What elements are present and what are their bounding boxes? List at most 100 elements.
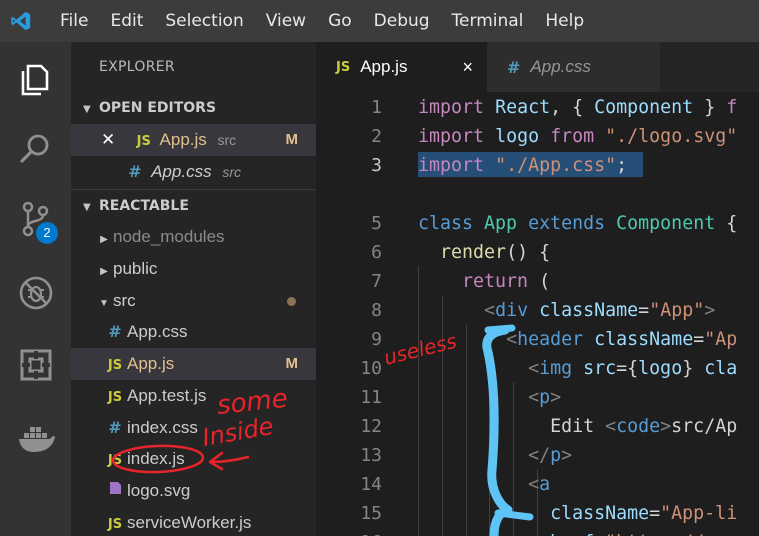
- open-editor-desc: src: [217, 132, 237, 148]
- tree-item-label: App.js: [127, 354, 175, 374]
- code-line: <header className="Ap: [506, 329, 738, 350]
- modified-dot-icon: [287, 296, 296, 306]
- code-editor[interactable]: 1 2 3 5 6 7 8 9 10 11 12 13 14 15 16 imp…: [316, 92, 759, 536]
- explorer-sidebar: EXPLORER ▼ OPEN EDITORS ✕ JS App.js src M…: [71, 42, 316, 536]
- code-line: render() {: [440, 242, 551, 263]
- menu-go[interactable]: Go: [317, 0, 363, 42]
- tree-item-index-css[interactable]: # index.css: [71, 412, 316, 444]
- open-editors-header[interactable]: ▼ OPEN EDITORS: [71, 92, 316, 124]
- js-file-icon: JS: [336, 59, 351, 75]
- tree-item-node-modules[interactable]: ▶ node_modules: [71, 221, 316, 253]
- open-editor-item-app-js[interactable]: ✕ JS App.js src M: [71, 124, 316, 156]
- code-line: Edit <code>src/Ap: [418, 416, 738, 437]
- css-file-icon: #: [108, 417, 122, 437]
- tree-item-index-js[interactable]: JS index.js: [71, 443, 316, 475]
- chevron-right-icon: ▶: [100, 266, 108, 278]
- tree-item-label: serviceWorker.js: [127, 512, 252, 532]
- activity-bar: 2: [0, 42, 71, 536]
- tab-label: App.js: [360, 57, 408, 76]
- menu-help[interactable]: Help: [534, 0, 595, 42]
- sidebar-title: EXPLORER: [99, 59, 175, 75]
- code-line: <img src={logo} cla: [528, 358, 738, 379]
- css-file-icon: #: [128, 161, 142, 181]
- tree-item-label: node_modules: [113, 227, 225, 247]
- editor-tabs: JS App.js × # App.css: [316, 42, 759, 92]
- code-line: href="https://rea: [418, 528, 737, 536]
- source-control-badge: 2: [36, 222, 58, 244]
- js-file-icon: JS: [107, 453, 123, 469]
- source-control-icon[interactable]: 2: [0, 188, 71, 250]
- line-number: 1: [371, 97, 382, 118]
- open-editor-name: App.js: [159, 130, 207, 149]
- line-number: 2: [371, 126, 382, 147]
- line-number: 13: [360, 445, 382, 466]
- tree-item-label: index.js: [127, 449, 185, 469]
- modified-badge: M: [285, 355, 299, 373]
- line-number: 3: [371, 155, 382, 176]
- code-line: import logo from "./logo.svg": [418, 126, 738, 147]
- line-number: 14: [360, 474, 382, 495]
- close-icon[interactable]: ✕: [101, 124, 115, 156]
- current-line-marker: [388, 152, 391, 178]
- js-file-icon: JS: [107, 389, 123, 405]
- tab-app-css[interactable]: # App.css: [487, 42, 660, 92]
- title-bar: File Edit Selection View Go Debug Termin…: [0, 0, 759, 42]
- menu-selection[interactable]: Selection: [154, 0, 254, 42]
- docker-icon[interactable]: [0, 408, 71, 470]
- css-file-icon: #: [507, 57, 521, 77]
- explorer-icon[interactable]: [0, 48, 71, 110]
- modified-badge: M: [285, 131, 299, 148]
- code-line: import "./App.css";: [418, 155, 628, 176]
- open-editor-item-app-css[interactable]: # App.css src: [71, 156, 316, 188]
- tree-item-app-css[interactable]: # App.css: [71, 316, 316, 348]
- open-editor-name: App.css: [151, 161, 212, 181]
- tree-item-label: public: [113, 259, 158, 279]
- code-line: <p>: [528, 387, 562, 408]
- tab-label: App.css: [530, 57, 591, 76]
- code-line: className="App-li: [550, 503, 738, 524]
- project-label: REACTABLE: [99, 198, 189, 215]
- close-icon[interactable]: ×: [462, 57, 473, 78]
- code-line: return (: [462, 271, 551, 292]
- menu-edit[interactable]: Edit: [99, 0, 154, 42]
- project-header[interactable]: ▼ REACTABLE: [71, 189, 316, 221]
- menu-file[interactable]: File: [42, 0, 99, 42]
- js-file-icon: JS: [107, 516, 123, 532]
- open-editor-desc: src: [222, 163, 241, 180]
- js-file-icon: JS: [136, 134, 151, 149]
- line-number: 10: [360, 358, 382, 379]
- chevron-down-icon: ▼: [83, 202, 91, 214]
- tree-item-label: src: [113, 290, 136, 310]
- tree-item-logo-svg[interactable]: logo.svg: [71, 475, 316, 507]
- menu-debug[interactable]: Debug: [363, 0, 441, 42]
- line-number: 12: [360, 416, 382, 437]
- chevron-right-icon: ▶: [100, 234, 108, 246]
- line-number: 9: [371, 329, 382, 350]
- chevron-down-icon: ▼: [99, 297, 109, 309]
- css-file-icon: #: [108, 322, 122, 342]
- svg-file-icon: [103, 477, 127, 509]
- search-icon[interactable]: [0, 118, 71, 180]
- line-number: 5: [371, 213, 382, 234]
- tree-item-src[interactable]: ▼ src: [71, 285, 316, 317]
- line-number: 8: [371, 300, 382, 321]
- line-number: 16: [316, 528, 382, 536]
- tree-item-label: index.css: [127, 417, 198, 437]
- tree-item-label: logo.svg: [127, 480, 191, 500]
- tree-item-service-worker-js[interactable]: JS serviceWorker.js: [71, 507, 316, 536]
- vscode-logo-icon: [0, 0, 42, 42]
- tab-app-js[interactable]: JS App.js ×: [316, 42, 487, 92]
- code-line: import React, { Component } f: [418, 97, 738, 118]
- tree-item-app-test-js[interactable]: JS App.test.js: [71, 380, 316, 412]
- extensions-icon[interactable]: [0, 334, 71, 396]
- tree-item-label: App.test.js: [127, 385, 207, 405]
- menu-terminal[interactable]: Terminal: [441, 0, 535, 42]
- code-line: <div className="App">: [484, 300, 716, 321]
- tree-item-app-js[interactable]: JS App.js M: [71, 348, 316, 380]
- menu-view[interactable]: View: [255, 0, 317, 42]
- tree-item-label: App.css: [127, 322, 188, 342]
- debug-icon[interactable]: [0, 262, 71, 324]
- line-number: 7: [371, 271, 382, 292]
- js-file-icon: JS: [107, 358, 123, 374]
- tree-item-public[interactable]: ▶ public: [71, 253, 316, 285]
